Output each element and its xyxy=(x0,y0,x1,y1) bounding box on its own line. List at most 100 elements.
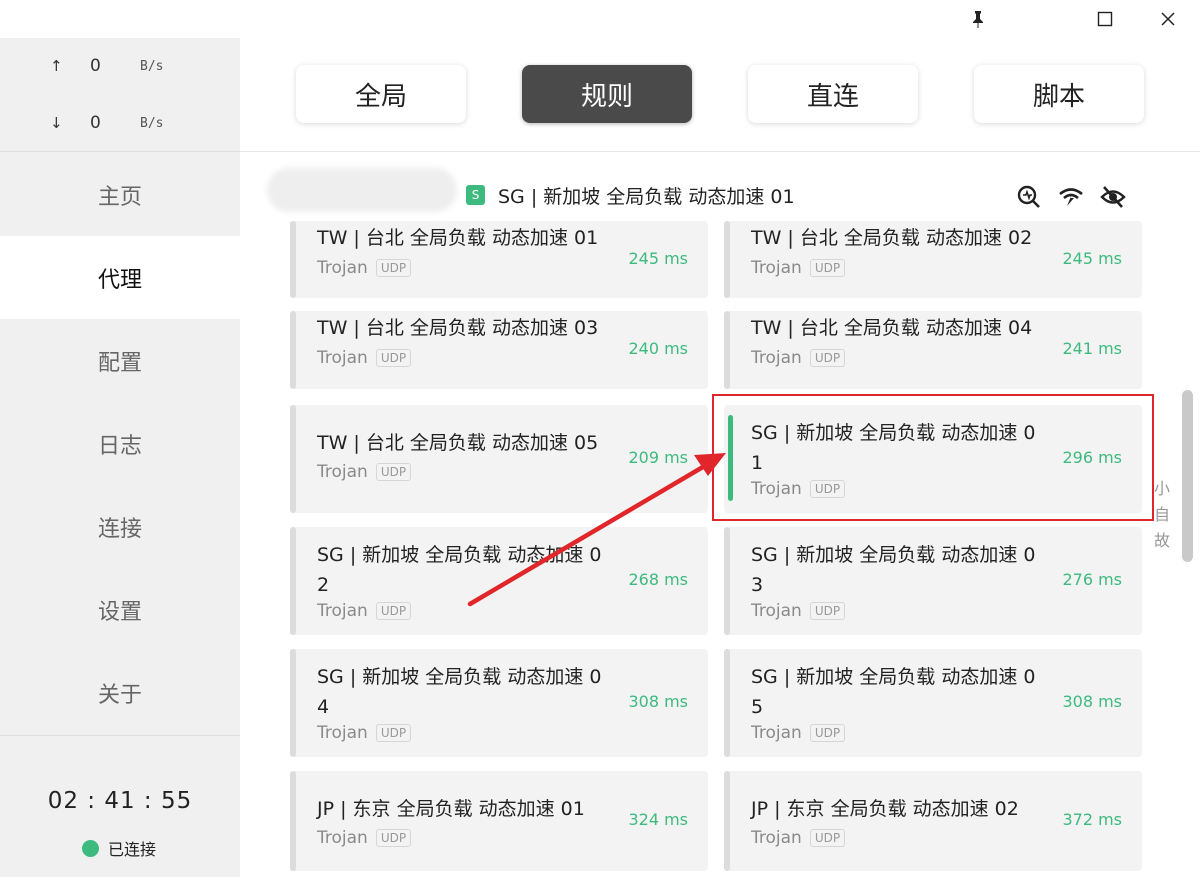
proxy-name: TW | 台北 全局负载 动态加速 05 xyxy=(317,432,599,454)
proxy-card[interactable]: JP | 东京 全局负载 动态加速 01 Trojan UDP 324 ms xyxy=(290,771,708,871)
delay-value[interactable]: 324 ms xyxy=(628,810,688,829)
proxy-meta: Trojan UDP xyxy=(317,723,412,743)
proxy-name: TW | 台北 全局负载 动态加速 04 xyxy=(751,317,1033,339)
udp-badge: UDP xyxy=(375,724,412,742)
proxy-meta: Trojan UDP xyxy=(317,258,412,278)
hide-icon[interactable] xyxy=(1100,184,1126,210)
card-indicator xyxy=(290,221,296,298)
mode-script-button[interactable]: 脚本 xyxy=(974,65,1144,123)
delay-value[interactable]: 308 ms xyxy=(628,692,688,711)
proxy-name: SG | 新加坡 全局负载 动态加速 0 3 xyxy=(751,544,1036,596)
proxy-card[interactable]: TW | 台北 全局负载 动态加速 01 Trojan UDP 245 ms xyxy=(290,221,708,298)
card-indicator xyxy=(724,527,730,635)
mode-rule-button[interactable]: 规则 xyxy=(522,65,692,123)
proxy-protocol: Trojan xyxy=(751,601,802,621)
card-indicator xyxy=(290,649,296,757)
upload-arrow-icon: ↑ xyxy=(50,57,63,75)
proxy-name: SG | 新加坡 全局负载 动态加速 0 4 xyxy=(317,666,602,718)
connection-status: 已连接 xyxy=(82,836,156,860)
sidebar: ↑ 0 B/s ↓ 0 B/s 主页 代理 配置 日志 连接 设置 关于 02 … xyxy=(0,38,240,877)
delay-value[interactable]: 241 ms xyxy=(1062,339,1122,358)
udp-badge: UDP xyxy=(809,259,846,277)
nav-item-logs[interactable]: 日志 xyxy=(0,402,240,485)
proxy-meta: Trojan UDP xyxy=(317,348,412,368)
udp-badge: UDP xyxy=(809,602,846,620)
nav-item-about[interactable]: 关于 xyxy=(0,651,240,734)
delay-value[interactable]: 209 ms xyxy=(628,448,688,467)
download-speed: ↓ 0 B/s xyxy=(50,111,163,135)
nav-label: 代理 xyxy=(97,267,142,293)
udp-badge: UDP xyxy=(375,259,412,277)
proxy-name: TW | 台北 全局负载 动态加速 01 xyxy=(317,227,599,249)
download-value: 0 xyxy=(90,113,101,133)
proxy-card[interactable]: JP | 东京 全局负载 动态加速 02 Trojan UDP 372 ms xyxy=(724,771,1142,871)
proxy-name: SG | 新加坡 全局负载 动态加速 0 5 xyxy=(751,666,1036,718)
card-indicator xyxy=(724,221,730,298)
delay-value[interactable]: 245 ms xyxy=(1062,249,1122,268)
proxy-protocol: Trojan xyxy=(751,828,802,848)
status-dot-icon xyxy=(82,839,99,857)
udp-badge: UDP xyxy=(375,829,412,847)
proxy-protocol: Trojan xyxy=(317,601,368,621)
proxy-protocol: Trojan xyxy=(317,828,368,848)
proxy-meta: Trojan UDP xyxy=(751,601,846,621)
udp-badge: UDP xyxy=(809,829,846,847)
nav-label: 配置 xyxy=(97,350,142,376)
proxy-meta: Trojan UDP xyxy=(317,462,412,482)
close-icon[interactable] xyxy=(1145,4,1191,34)
upload-unit: B/s xyxy=(140,58,164,74)
uptime-timer: 02 : 41 : 55 xyxy=(47,788,193,814)
nav-item-proxy[interactable]: 代理 xyxy=(0,236,240,319)
scrollbar-thumb[interactable] xyxy=(1182,390,1193,562)
nav-item-home[interactable]: 主页 xyxy=(0,153,240,236)
proxy-protocol: Trojan xyxy=(317,462,368,482)
nav-label: 主页 xyxy=(97,184,142,210)
delay-value[interactable]: 372 ms xyxy=(1062,810,1122,829)
card-indicator xyxy=(290,771,296,871)
card-indicator xyxy=(290,311,296,389)
nav-item-settings[interactable]: 设置 xyxy=(0,568,240,651)
proxy-protocol: Trojan xyxy=(317,258,368,278)
card-indicator xyxy=(724,649,730,757)
mode-global-button[interactable]: 全局 xyxy=(296,65,466,123)
status-panel: 02 : 41 : 55 已连接 xyxy=(0,735,240,877)
nav-label: 设置 xyxy=(97,599,142,625)
proxy-card[interactable]: SG | 新加坡 全局负载 动态加速 0 4 Trojan UDP 308 ms xyxy=(290,649,708,757)
proxy-card[interactable]: SG | 新加坡 全局负载 动态加速 0 2 Trojan UDP 268 ms xyxy=(290,527,708,635)
nav-item-config[interactable]: 配置 xyxy=(0,319,240,402)
proxy-meta: Trojan UDP xyxy=(751,258,846,278)
group-name-redacted xyxy=(267,168,457,212)
maximize-icon[interactable] xyxy=(1082,4,1128,34)
proxy-protocol: Trojan xyxy=(751,723,802,743)
nav-item-connections[interactable]: 连接 xyxy=(0,485,240,568)
proxy-protocol: Trojan xyxy=(317,723,368,743)
proxy-card[interactable]: TW | 台北 全局负载 动态加速 04 Trojan UDP 241 ms xyxy=(724,311,1142,389)
udp-badge: UDP xyxy=(809,724,846,742)
download-unit: B/s xyxy=(140,115,164,131)
udp-badge: UDP xyxy=(375,602,412,620)
delay-value[interactable]: 276 ms xyxy=(1062,570,1122,589)
title-bar xyxy=(0,0,1200,38)
upload-speed: ↑ 0 B/s xyxy=(50,54,163,78)
proxy-card[interactable]: SG | 新加坡 全局负载 动态加速 0 5 Trojan UDP 308 ms xyxy=(724,649,1142,757)
card-indicator xyxy=(724,771,730,871)
proxy-name: JP | 东京 全局负载 动态加速 02 xyxy=(751,798,1019,820)
wifi-test-icon[interactable] xyxy=(1058,184,1084,210)
delay-value[interactable]: 268 ms xyxy=(628,570,688,589)
side-hint-char: 小 xyxy=(1153,479,1170,498)
pin-icon[interactable] xyxy=(955,4,1001,34)
proxy-name: TW | 台北 全局负载 动态加速 02 xyxy=(751,227,1033,249)
proxy-card[interactable]: TW | 台北 全局负载 动态加速 03 Trojan UDP 240 ms xyxy=(290,311,708,389)
proxy-card[interactable]: TW | 台北 全局负载 动态加速 02 Trojan UDP 245 ms xyxy=(724,221,1142,298)
delay-value[interactable]: 240 ms xyxy=(628,339,688,358)
card-indicator xyxy=(290,527,296,635)
delay-value[interactable]: 245 ms xyxy=(628,249,688,268)
proxy-card[interactable]: SG | 新加坡 全局负载 动态加速 0 3 Trojan UDP 276 ms xyxy=(724,527,1142,635)
proxy-card[interactable]: TW | 台北 全局负载 动态加速 05 Trojan UDP 209 ms xyxy=(290,405,708,513)
search-delay-icon[interactable] xyxy=(1016,184,1042,210)
nav-label: 日志 xyxy=(97,433,142,459)
udp-badge: UDP xyxy=(375,463,412,481)
upload-value: 0 xyxy=(90,56,101,76)
delay-value[interactable]: 308 ms xyxy=(1062,692,1122,711)
mode-direct-button[interactable]: 直连 xyxy=(748,65,918,123)
